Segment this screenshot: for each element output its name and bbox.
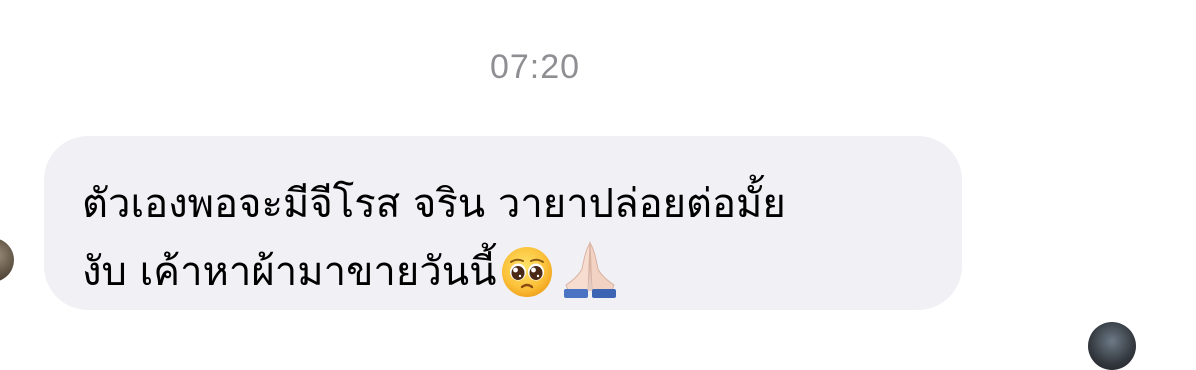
message-line-2: งับ เค้าหาผ้ามาขายวันนี้ (82, 249, 497, 295)
message-line-1: ตัวเองพอจะมีจีโรส จริน วายาปล่อยต่อมั้ย (82, 181, 786, 227)
contact-avatar[interactable] (0, 238, 14, 282)
message-timestamp: 07:20 (489, 48, 581, 86)
own-avatar[interactable] (1088, 322, 1136, 370)
received-message-bubble[interactable]: ตัวเองพอจะมีจีโรส จริน วายาปล่อยต่อมั้ย … (44, 136, 962, 310)
pleading-face-icon (500, 245, 554, 320)
folded-hands-icon (558, 239, 622, 320)
message-text: ตัวเองพอจะมีจีโรส จริน วายาปล่อยต่อมั้ย … (82, 170, 932, 320)
